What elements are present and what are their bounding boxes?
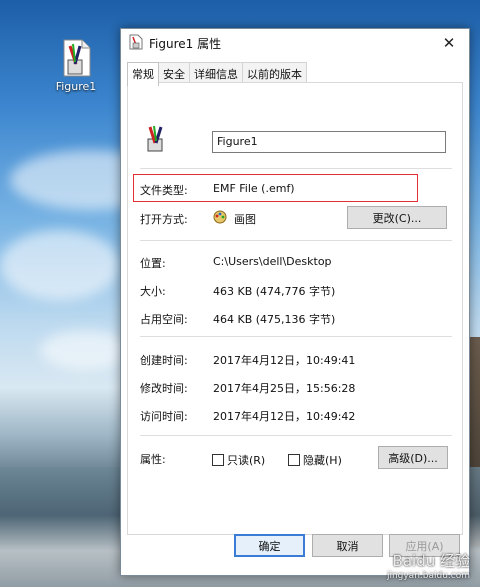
tab-general[interactable]: 常规 [127,62,159,86]
location-label: 位置: [140,257,166,270]
open-with-label: 打开方式: [140,213,188,226]
readonly-checkbox[interactable]: 只读(R) [212,452,265,468]
desktop-file-icon[interactable]: Figure1 [52,38,100,93]
hidden-label: 隐藏(H) [303,454,342,467]
desktop-icon-label: Figure1 [55,80,97,93]
baidu-watermark: Baidu 经验 jingyan.baidu.com [387,550,470,581]
modified-label: 修改时间: [140,382,188,395]
file-type-large-icon [144,125,170,156]
watermark-main: Baidu 经验 [392,552,470,570]
checkbox-box[interactable] [288,454,300,466]
file-name-input[interactable]: Figure1 [212,131,446,153]
divider [140,168,452,169]
disk-size-value: 464 KB (475,136 字节) [213,313,336,326]
hidden-checkbox[interactable]: 隐藏(H) [288,452,342,468]
general-panel: Figure1 文件类型: EMF File (.emf) 打开方式: 画图 更… [127,82,463,535]
modified-value: 2017年4月25日，15:56:28 [213,382,356,395]
accessed-label: 访问时间: [140,410,188,423]
title-file-icon [129,34,143,53]
checkbox-box[interactable] [212,454,224,466]
change-button[interactable]: 更改(C)... [347,206,447,229]
location-value: C:\Users\dell\Desktop [213,255,332,268]
open-with-value: 画图 [234,213,256,226]
cancel-button[interactable]: 取消 [312,534,383,557]
title-bar[interactable]: Figure1 属性 ✕ [121,29,469,57]
size-value: 463 KB (474,776 字节) [213,285,336,298]
created-label: 创建时间: [140,354,188,367]
paint-app-icon [212,208,228,227]
accessed-value: 2017年4月12日，10:49:42 [213,410,356,423]
close-icon[interactable]: ✕ [429,29,469,57]
dialog-title: Figure1 属性 [149,36,222,51]
file-type-label: 文件类型: [140,184,188,197]
divider [140,336,452,337]
created-value: 2017年4月12日，10:49:41 [213,354,356,367]
divider [140,435,452,436]
readonly-label: 只读(R) [227,454,266,467]
disk-size-label: 占用空间: [140,313,188,326]
file-type-value: EMF File (.emf) [213,182,295,195]
properties-dialog: Figure1 属性 ✕ 常规 安全 详细信息 以前的版本 Figure1 文件… [120,28,470,576]
emf-file-icon [58,38,94,78]
watermark-url: jingyan.baidu.com [386,571,470,581]
divider [140,240,452,241]
ok-button[interactable]: 确定 [234,534,305,557]
attributes-label: 属性: [140,453,166,466]
size-label: 大小: [140,285,166,298]
advanced-button[interactable]: 高级(D)... [378,446,448,469]
